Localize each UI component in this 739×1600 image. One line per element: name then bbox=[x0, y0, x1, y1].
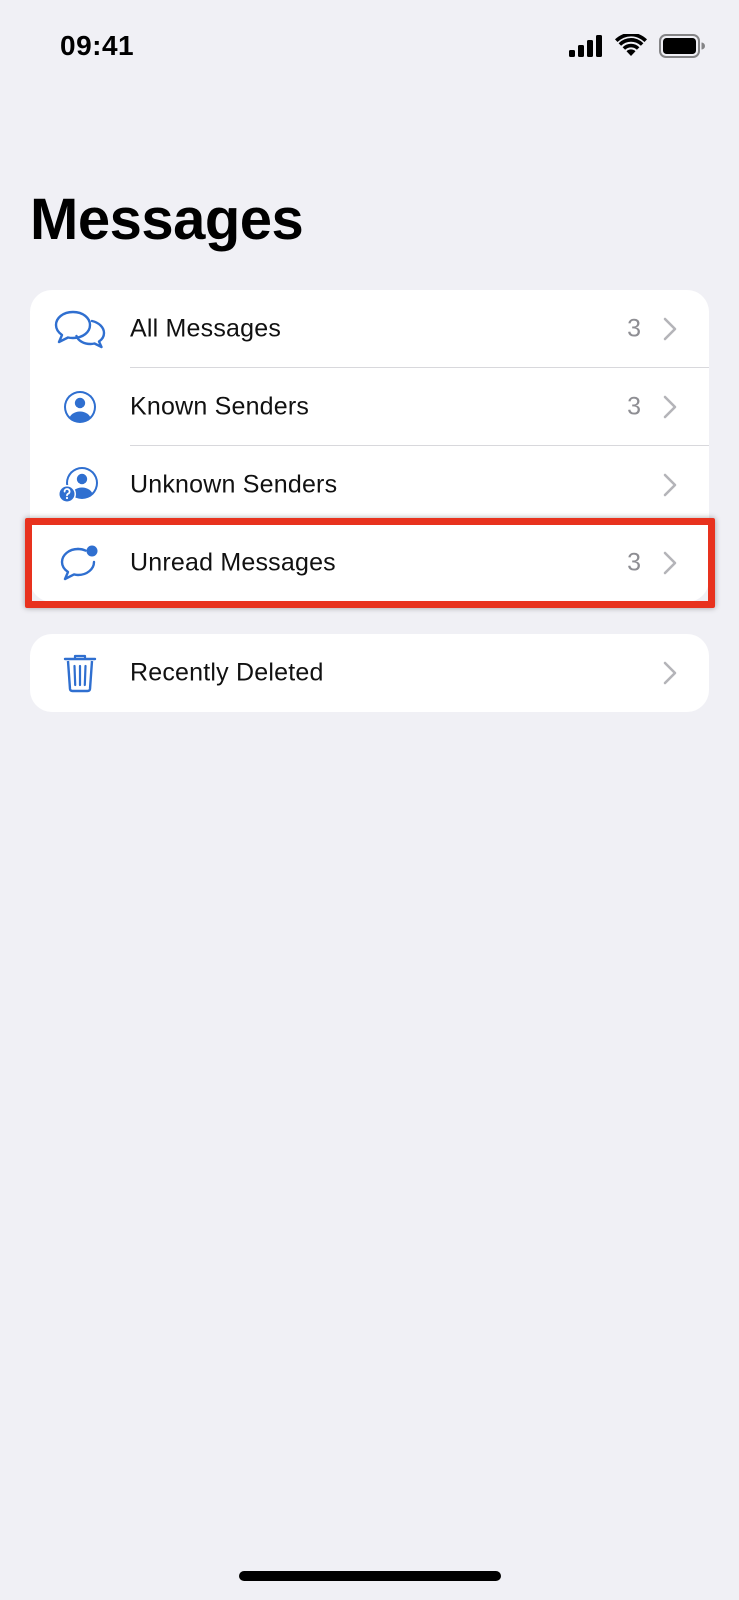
home-indicator[interactable] bbox=[239, 1571, 501, 1581]
filter-list: All Messages 3 Known Senders 3 Unknown S… bbox=[30, 290, 709, 602]
wifi-icon bbox=[615, 34, 647, 56]
chevron-right-icon bbox=[663, 473, 677, 497]
unread-bubble-icon bbox=[52, 535, 108, 591]
status-icons bbox=[569, 34, 705, 58]
messages-filter-screen: 09:41 Messages All Messages 3 Known Send… bbox=[0, 0, 739, 1600]
deleted-list: Recently Deleted bbox=[30, 634, 709, 712]
filter-label: Recently Deleted bbox=[130, 658, 324, 687]
filter-row-recently-deleted[interactable]: Recently Deleted bbox=[30, 634, 709, 712]
filter-row-unread-messages[interactable]: Unread Messages 3 bbox=[30, 524, 709, 602]
filter-row-unknown-senders[interactable]: Unknown Senders bbox=[30, 446, 709, 524]
chevron-right-icon bbox=[663, 661, 677, 685]
cellular-signal-icon bbox=[569, 35, 602, 57]
filter-label: Unknown Senders bbox=[130, 470, 338, 499]
chevron-right-icon bbox=[663, 317, 677, 341]
filter-label: All Messages bbox=[130, 314, 282, 343]
chat-bubbles-icon bbox=[52, 301, 108, 357]
filter-count: 3 bbox=[627, 314, 641, 343]
filter-count: 3 bbox=[627, 548, 641, 577]
filter-row-known-senders[interactable]: Known Senders 3 bbox=[30, 368, 709, 446]
chevron-right-icon bbox=[663, 551, 677, 575]
battery-icon bbox=[659, 34, 705, 58]
unknown-person-icon bbox=[52, 457, 108, 513]
status-bar: 09:41 bbox=[0, 0, 739, 95]
filter-row-all-messages[interactable]: All Messages 3 bbox=[30, 290, 709, 368]
status-time: 09:41 bbox=[60, 30, 135, 61]
filter-count: 3 bbox=[627, 392, 641, 421]
page-title: Messages bbox=[30, 187, 304, 252]
filter-label: Known Senders bbox=[130, 392, 310, 421]
filter-label: Unread Messages bbox=[130, 548, 336, 577]
chevron-right-icon bbox=[663, 395, 677, 419]
person-circle-icon bbox=[52, 379, 108, 435]
trash-icon bbox=[52, 645, 108, 701]
